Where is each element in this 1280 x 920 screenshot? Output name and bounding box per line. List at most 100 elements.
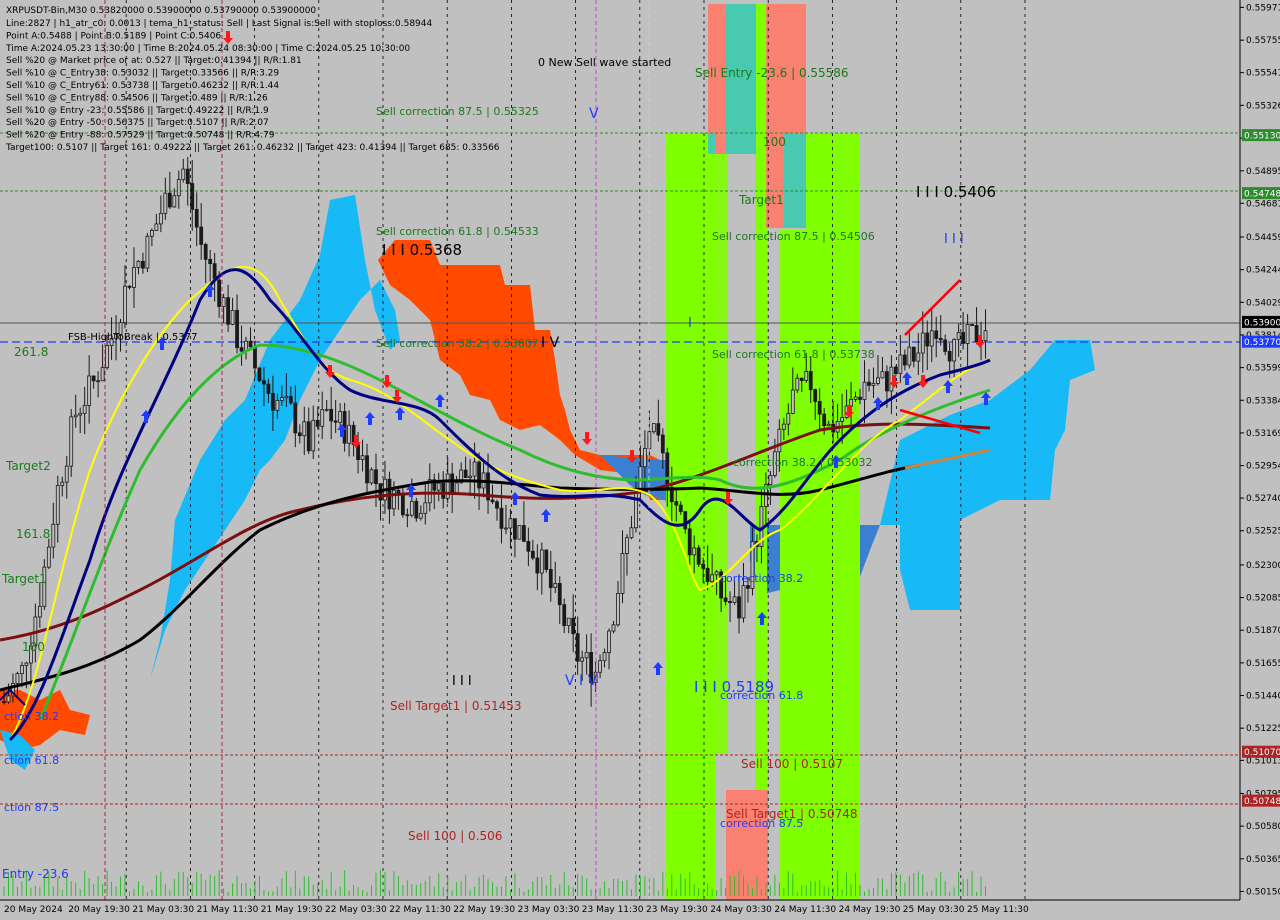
left-ction-618: ction 61.8 <box>4 754 59 767</box>
candle-body <box>141 260 145 269</box>
header-line: Sell %10 @ C_Entry38: 0.53032 || Target:… <box>6 69 279 79</box>
candle-body <box>105 345 109 369</box>
candle-body <box>880 371 885 379</box>
candle-body <box>907 346 912 366</box>
sell-corr-382-right: correction 38.2 | 0.53032 <box>733 456 872 469</box>
hundred-label: 100 <box>763 135 786 149</box>
candle-body <box>840 417 844 422</box>
wave-iv-mark: I V <box>541 335 560 351</box>
candle-body <box>504 527 508 530</box>
candle-body <box>409 500 414 516</box>
price-tag-label: 0.51070 <box>1244 748 1280 758</box>
chart[interactable]: 0 New Sell wave started Sell Entry -23.6… <box>0 0 1280 920</box>
candle-body <box>275 400 280 411</box>
time-tick-label: 25 May 03:30 <box>903 905 965 915</box>
candle-body <box>620 553 625 594</box>
correction-382-label: correction 38.2 <box>720 572 803 585</box>
candle-body <box>51 523 56 548</box>
price-tick-label: 0.52525 <box>1246 527 1280 537</box>
band-teal-2 <box>784 134 806 228</box>
candle-body <box>956 332 961 340</box>
candle-body <box>221 297 226 307</box>
candle-body <box>876 377 880 384</box>
candle-body <box>517 525 522 540</box>
fsb-label: FSB-HighToBreak | 0.5377 <box>68 332 197 343</box>
candle-body <box>132 267 136 288</box>
chart-canvas[interactable]: 0 New Sell wave started Sell Entry -23.6… <box>0 0 1280 920</box>
time-tick-label: 23 May 11:30 <box>582 905 644 915</box>
candle-body <box>862 381 867 400</box>
candle-body <box>705 567 710 583</box>
price-tick-label: 0.54681 <box>1246 199 1280 209</box>
candle-body <box>96 380 101 383</box>
candle-body <box>441 482 446 499</box>
candle-body <box>347 424 352 444</box>
candle-body <box>181 168 186 181</box>
time-tick-label: 23 May 19:30 <box>646 905 708 915</box>
time-tick-label: 20 May 19:30 <box>68 905 130 915</box>
candle-body <box>329 408 334 422</box>
candle-body <box>584 652 589 659</box>
candle-body <box>911 346 916 362</box>
candle-body <box>925 332 930 347</box>
header-line: Target100: 0.5107 || Target 161: 0.49222… <box>5 143 500 153</box>
candle-body <box>535 557 540 574</box>
candle-body <box>678 504 683 512</box>
time-tick-label: 24 May 11:30 <box>774 905 836 915</box>
candle-body <box>266 383 271 394</box>
candle-body <box>795 377 800 391</box>
candle-body <box>970 324 974 326</box>
candle-body <box>961 332 966 344</box>
candle-body <box>737 596 741 619</box>
candle-body <box>149 230 154 237</box>
wave-vi-mark: V I V <box>565 673 598 689</box>
candle-body <box>665 452 670 488</box>
candle-body <box>6 695 11 703</box>
price-tick-label: 0.55971 <box>1246 3 1280 13</box>
price-tick-label: 0.52740 <box>1246 494 1280 504</box>
candle-body <box>24 662 29 666</box>
candle-body <box>302 421 307 437</box>
candle-body <box>167 192 172 208</box>
time-tick-label: 21 May 19:30 <box>261 905 323 915</box>
price-tick-label: 0.52954 <box>1246 462 1280 472</box>
price-tick-label: 0.53169 <box>1246 429 1280 439</box>
price-tick-label: 0.54459 <box>1246 233 1280 243</box>
candle-body <box>163 192 168 214</box>
sell-target1-left: Sell Target1 | 0.51453 <box>390 699 522 713</box>
candle-body <box>37 605 42 618</box>
candle-body <box>813 389 818 402</box>
candle-body <box>20 665 24 674</box>
wave-label-5406: I I I 0.5406 <box>916 183 996 201</box>
wave-iii-mid: I I I <box>452 674 472 689</box>
candle-body <box>566 617 571 626</box>
candle-body <box>526 541 531 552</box>
candle-body <box>571 617 576 635</box>
candle-body <box>293 402 298 434</box>
candle-body <box>297 432 302 437</box>
candle-body <box>499 507 504 529</box>
wave-iii-right: I I I <box>944 232 964 247</box>
price-tick-label: 0.53599 <box>1246 364 1280 374</box>
candle-body <box>643 448 647 468</box>
header-line: Sell %20 @ Entry -88: 0.57529 || Target:… <box>6 131 275 141</box>
sell-100-right: Sell 100 | 0.5107 <box>741 757 843 771</box>
candle-body <box>920 332 925 354</box>
time-tick-label: 22 May 03:30 <box>325 905 387 915</box>
candle-body <box>853 396 858 400</box>
candle-body <box>100 367 105 382</box>
sell-entry-label: Sell Entry -23.6 | 0.55586 <box>695 66 849 80</box>
left-ction-382: ction 38.2 <box>4 710 59 723</box>
candle-body <box>203 244 208 260</box>
left-target2: Target2 <box>5 459 51 473</box>
candle-body <box>983 330 988 341</box>
candle-body <box>15 673 20 684</box>
candle-body <box>947 351 952 362</box>
candle-body <box>728 601 732 603</box>
header-line: Sell %10 @ Entry -23: 0.55586 || Target:… <box>6 106 269 116</box>
candle-body <box>934 330 939 339</box>
candle-body <box>539 549 544 574</box>
header-line: Sell %20 @ Entry -50: 0.56375 || Target:… <box>6 118 269 128</box>
candle-body <box>87 375 92 406</box>
candle-body <box>607 630 611 653</box>
